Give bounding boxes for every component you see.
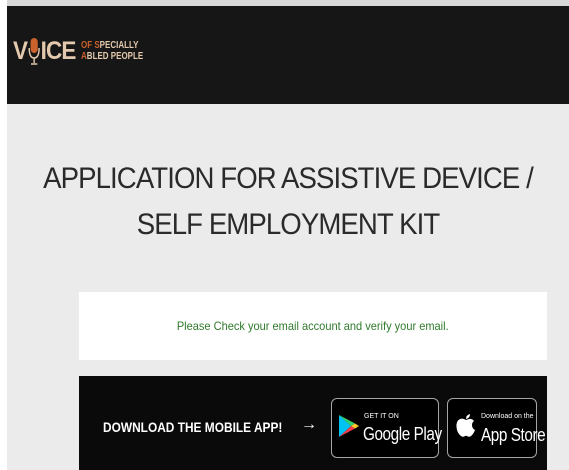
logo-letters-ice: ICE [40, 36, 77, 65]
google-play-small-text: GET IT ON [364, 413, 399, 420]
logo-tagline-line1-rest: PECIALLY [100, 40, 139, 51]
google-play-big-text: Google Play [363, 424, 442, 444]
logo-tagline-line1-initial: OF S [81, 40, 101, 51]
notice-text: Please Check your email account and veri… [177, 319, 449, 333]
page-title-line1: APPLICATION FOR ASSISTIVE DEVICE / [43, 162, 534, 195]
arrow-right-icon: → [301, 416, 317, 433]
google-play-button[interactable]: GET IT ON Google Play [331, 398, 442, 458]
logo-tagline-line2: ABLED PEOPLE [81, 51, 143, 62]
apple-icon [455, 412, 477, 443]
logo-tagline-line1: OF SPECIALLY [81, 40, 143, 51]
page-title-line2: SELF EMPLOYMENT KIT [136, 208, 440, 241]
logo-tagline-line2-rest: BLED PEOPLE [87, 51, 144, 62]
page: V ICE OF SPECIALLY ABLED PEOPLE APPLICAT… [7, 0, 569, 470]
logo-tagline: OF SPECIALLY ABLED PEOPLE [81, 40, 143, 62]
logo-wordmark: V ICE [13, 36, 77, 66]
page-title: APPLICATION FOR ASSISTIVE DEVICE / SELF … [29, 156, 546, 248]
download-app-label: DOWNLOAD THE MOBILE APP! [103, 419, 283, 435]
app-store-big-text: App Store [481, 425, 546, 445]
site-header: V ICE OF SPECIALLY ABLED PEOPLE [7, 0, 569, 104]
site-logo[interactable]: V ICE OF SPECIALLY ABLED PEOPLE [13, 36, 159, 66]
logo-letter-v: V [13, 36, 28, 65]
verify-email-notice: Please Check your email account and veri… [79, 292, 547, 360]
app-store-small-text: Download on the [481, 413, 534, 420]
google-play-icon [338, 414, 360, 443]
app-store-button[interactable]: Download on the App Store [447, 398, 546, 458]
microphone-icon [28, 36, 40, 66]
app-download-banner: DOWNLOAD THE MOBILE APP! → GET IT ON Goo… [79, 376, 547, 470]
